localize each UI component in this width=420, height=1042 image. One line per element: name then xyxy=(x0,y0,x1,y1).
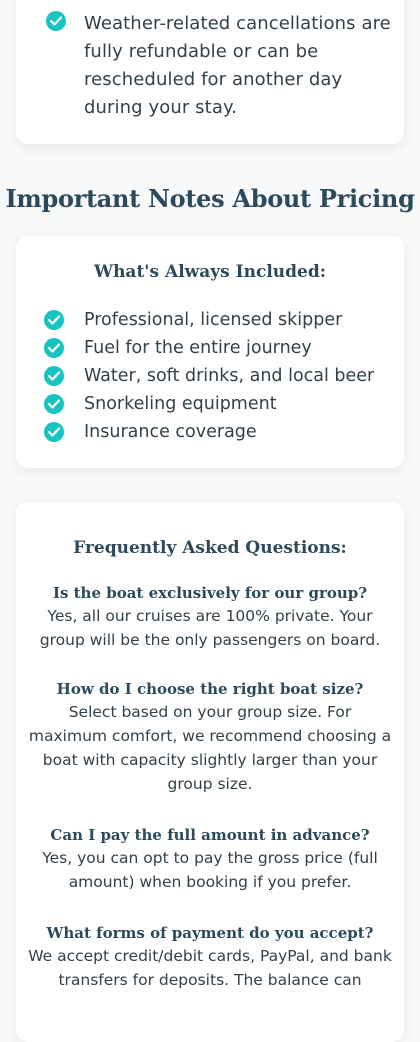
faq-question: How do I choose the right boat size? xyxy=(56,680,364,698)
included-list: Professional, licensed skipper Fuel for … xyxy=(44,306,374,446)
refund-info-card: Weather-related cancellations are fully … xyxy=(16,0,404,144)
list-item: Professional, licensed skipper xyxy=(44,306,374,334)
faq-card: Frequently Asked Questions: Is the boat … xyxy=(16,502,404,1042)
check-circle-icon xyxy=(44,338,64,358)
faq-answer: We accept credit/debit cards, PayPal, an… xyxy=(28,947,392,989)
faq-answer: Yes, you can opt to pay the gross price … xyxy=(42,849,378,891)
list-item-label: Professional, licensed skipper xyxy=(84,310,343,330)
faq-item: Is the boat exclusively for our group? Y… xyxy=(28,582,392,652)
faq-answer: Select based on your group size. For max… xyxy=(28,703,392,793)
section-title: Important Notes About Pricing xyxy=(5,184,415,213)
list-item: Water, soft drinks, and local beer xyxy=(44,362,374,390)
refund-text: Weather-related cancellations are fully … xyxy=(84,13,391,118)
faq-answer: Yes, all our cruises are 100% private. Y… xyxy=(39,607,381,649)
check-circle-icon xyxy=(46,11,66,31)
faq-item: Can I pay the full amount in advance? Ye… xyxy=(28,824,392,894)
check-circle-icon xyxy=(44,394,64,414)
list-item: Insurance coverage xyxy=(44,418,374,446)
list-item: Snorkeling equipment xyxy=(44,390,374,418)
list-item-label: Insurance coverage xyxy=(84,422,257,442)
faq-heading: Frequently Asked Questions: xyxy=(73,538,347,558)
faq-item: What forms of payment do you accept? We … xyxy=(28,922,392,992)
included-card: What's Always Included: Professional, li… xyxy=(16,236,404,468)
refund-item: Weather-related cancellations are fully … xyxy=(46,10,406,122)
list-item-label: Fuel for the entire journey xyxy=(84,338,312,358)
faq-question: Can I pay the full amount in advance? xyxy=(50,826,370,844)
list-item-label: Snorkeling equipment xyxy=(84,394,277,414)
list-item-label: Water, soft drinks, and local beer xyxy=(84,366,375,386)
check-circle-icon xyxy=(44,310,64,330)
faq-question: What forms of payment do you accept? xyxy=(46,924,374,942)
faq-item: How do I choose the right boat size? Sel… xyxy=(28,678,392,796)
list-item: Fuel for the entire journey xyxy=(44,334,374,362)
included-heading: What's Always Included: xyxy=(93,262,327,282)
check-circle-icon xyxy=(44,422,64,442)
faq-question: Is the boat exclusively for our group? xyxy=(52,584,368,602)
check-circle-icon xyxy=(44,366,64,386)
